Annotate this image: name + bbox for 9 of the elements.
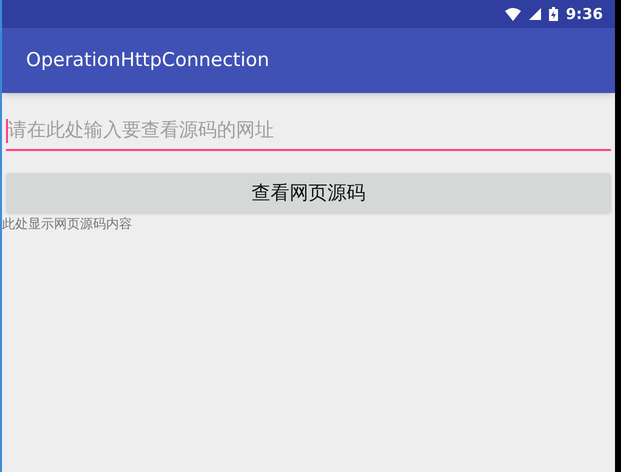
result-text: 此处显示网页源码内容 bbox=[2, 217, 132, 233]
app-title: OperationHttpConnection bbox=[26, 48, 270, 74]
signal-icon bbox=[528, 8, 541, 20]
wifi-icon bbox=[504, 8, 521, 20]
text-cursor bbox=[6, 119, 8, 143]
url-input-field[interactable]: 请在此处输入要查看源码的网址 bbox=[6, 111, 611, 151]
battery-icon bbox=[548, 7, 558, 21]
status-time: 9:36 bbox=[566, 4, 603, 25]
view-source-button[interactable]: 查看网页源码 bbox=[6, 173, 611, 213]
